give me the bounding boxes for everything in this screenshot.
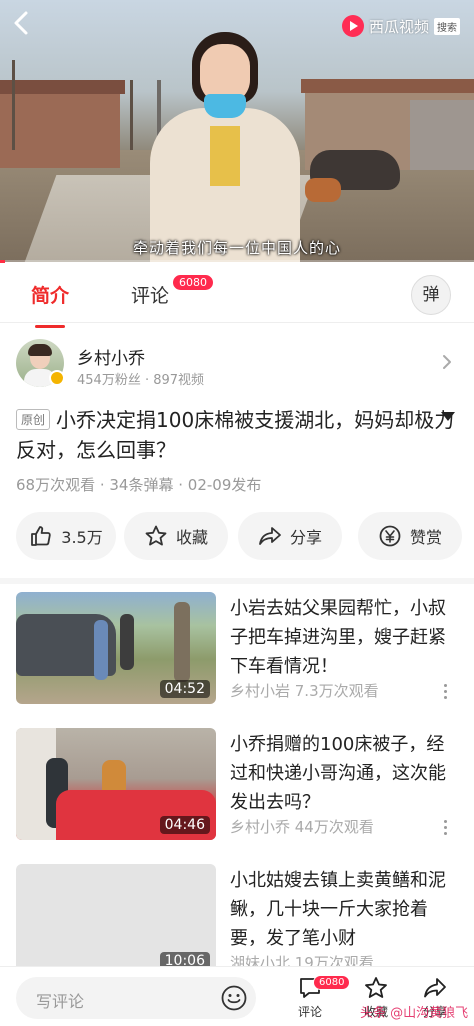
related-video-meta: 乡村小乔 44万次观看 [230, 818, 374, 836]
comments-count-badge: 6080 [172, 274, 214, 291]
author-name[interactable]: 乡村小乔 [77, 344, 145, 369]
video-title: 小乔决定捐100床棉被支援湖北，妈妈却极力反对，怎么回事？ [16, 408, 455, 462]
chevron-right-icon[interactable] [440, 353, 454, 371]
reward-button[interactable]: 赞赏 [358, 512, 462, 560]
house [0, 80, 125, 168]
verified-badge-icon [49, 370, 65, 386]
video-meta: 68万次观看 · 34条弹幕 · 02-09发布 [16, 476, 262, 494]
related-video-title[interactable]: 小岩去姑父果园帮忙，小叔子把车掉进沟里，嫂子赶紧下车看情况！ [230, 594, 458, 681]
original-tag: 原创 [16, 409, 51, 430]
danmaku-toggle-button[interactable]: 弹 [411, 275, 451, 315]
share-arrow-icon [259, 527, 281, 545]
related-video-item[interactable]: 04:46 小乔捐赠的100床被子，经过和快递小哥沟通，这次能发出去吗？ 乡村小… [0, 728, 474, 844]
video-thumbnail[interactable]: 04:52 [16, 592, 216, 704]
video-player[interactable]: 西瓜视频 搜索 牵动着我们每一位中国人的心 [0, 0, 474, 262]
favorite-label: 收藏 [175, 528, 208, 547]
related-video-item[interactable]: 10:06 小北姑嫂去镇上卖黄鳝和泥鳅，几十块一斤大家抢着要，发了笔小财 湖妹小… [0, 864, 474, 980]
video-thumbnail[interactable]: 10:06 [16, 864, 216, 976]
like-button[interactable]: 3.5万 [16, 512, 116, 560]
more-options-icon[interactable] [444, 684, 448, 700]
tab-bar: 简介 评论 6080 弹 [0, 263, 474, 328]
like-count: 3.5万 [61, 528, 103, 547]
video-duration: 04:46 [159, 816, 210, 834]
related-video-title[interactable]: 小乔捐赠的100床被子，经过和快递小哥沟通，这次能发出去吗？ [230, 730, 458, 817]
more-options-icon[interactable] [444, 820, 448, 836]
star-icon [365, 977, 387, 998]
comment-input[interactable]: 写评论 [16, 977, 256, 1019]
tree [12, 60, 15, 150]
brand-badge[interactable]: 西瓜视频 搜索 [341, 14, 460, 38]
video-subtitle: 牵动着我们每一位中国人的心 [132, 239, 341, 257]
video-duration: 04:52 [159, 680, 210, 698]
tree [130, 80, 133, 150]
favorite-button[interactable]: 收藏 [124, 512, 228, 560]
video-thumbnail[interactable]: 04:46 [16, 728, 216, 840]
brand-name: 西瓜视频 [368, 17, 429, 36]
presenter [150, 30, 300, 262]
author-row[interactable]: 乡村小乔 454万粉丝 · 897视频 [0, 323, 474, 403]
related-video-meta: 乡村小岩 7.3万次观看 [230, 682, 379, 700]
star-icon [145, 525, 167, 546]
thumbs-up-icon [31, 526, 51, 546]
section-divider [0, 578, 474, 584]
author-stats: 454万粉丝 · 897视频 [77, 373, 205, 388]
tab-intro[interactable]: 简介 [31, 281, 69, 328]
emoji-icon[interactable] [220, 984, 248, 1012]
yen-coin-icon [379, 525, 401, 547]
share-label: 分享 [289, 528, 322, 547]
dog [305, 178, 341, 202]
xigua-logo-icon [341, 15, 364, 37]
tab-comments[interactable]: 评论 [131, 281, 169, 308]
back-arrow-icon [14, 11, 28, 35]
brand-search-tag[interactable]: 搜索 [434, 17, 460, 35]
watermark: 头条 @山沟黄狼飞 [360, 1006, 469, 1021]
reward-label: 赞赏 [409, 528, 442, 547]
action-row: 3.5万 收藏 分享 赞赏 [0, 512, 474, 562]
share-arrow-icon [424, 978, 446, 998]
bottom-comments-badge: 6080 [313, 975, 351, 990]
brick-wall [410, 100, 474, 170]
share-button[interactable]: 分享 [238, 512, 342, 560]
related-video-item[interactable]: 04:52 小岩去姑父果园帮忙，小叔子把车掉进沟里，嫂子赶紧下车看情况！ 乡村小… [0, 592, 474, 708]
back-button[interactable] [8, 8, 36, 38]
video-title-block: 原创 小乔决定捐100床棉被支援湖北，妈妈却极力反对，怎么回事？ [16, 405, 456, 465]
comment-placeholder: 写评论 [36, 992, 85, 1011]
related-video-title[interactable]: 小北姑嫂去镇上卖黄鳝和泥鳅，几十块一斤大家抢着要，发了笔小财 [230, 866, 458, 953]
expand-description-icon[interactable] [441, 412, 455, 421]
bottom-comments-label: 评论 [297, 1005, 322, 1019]
